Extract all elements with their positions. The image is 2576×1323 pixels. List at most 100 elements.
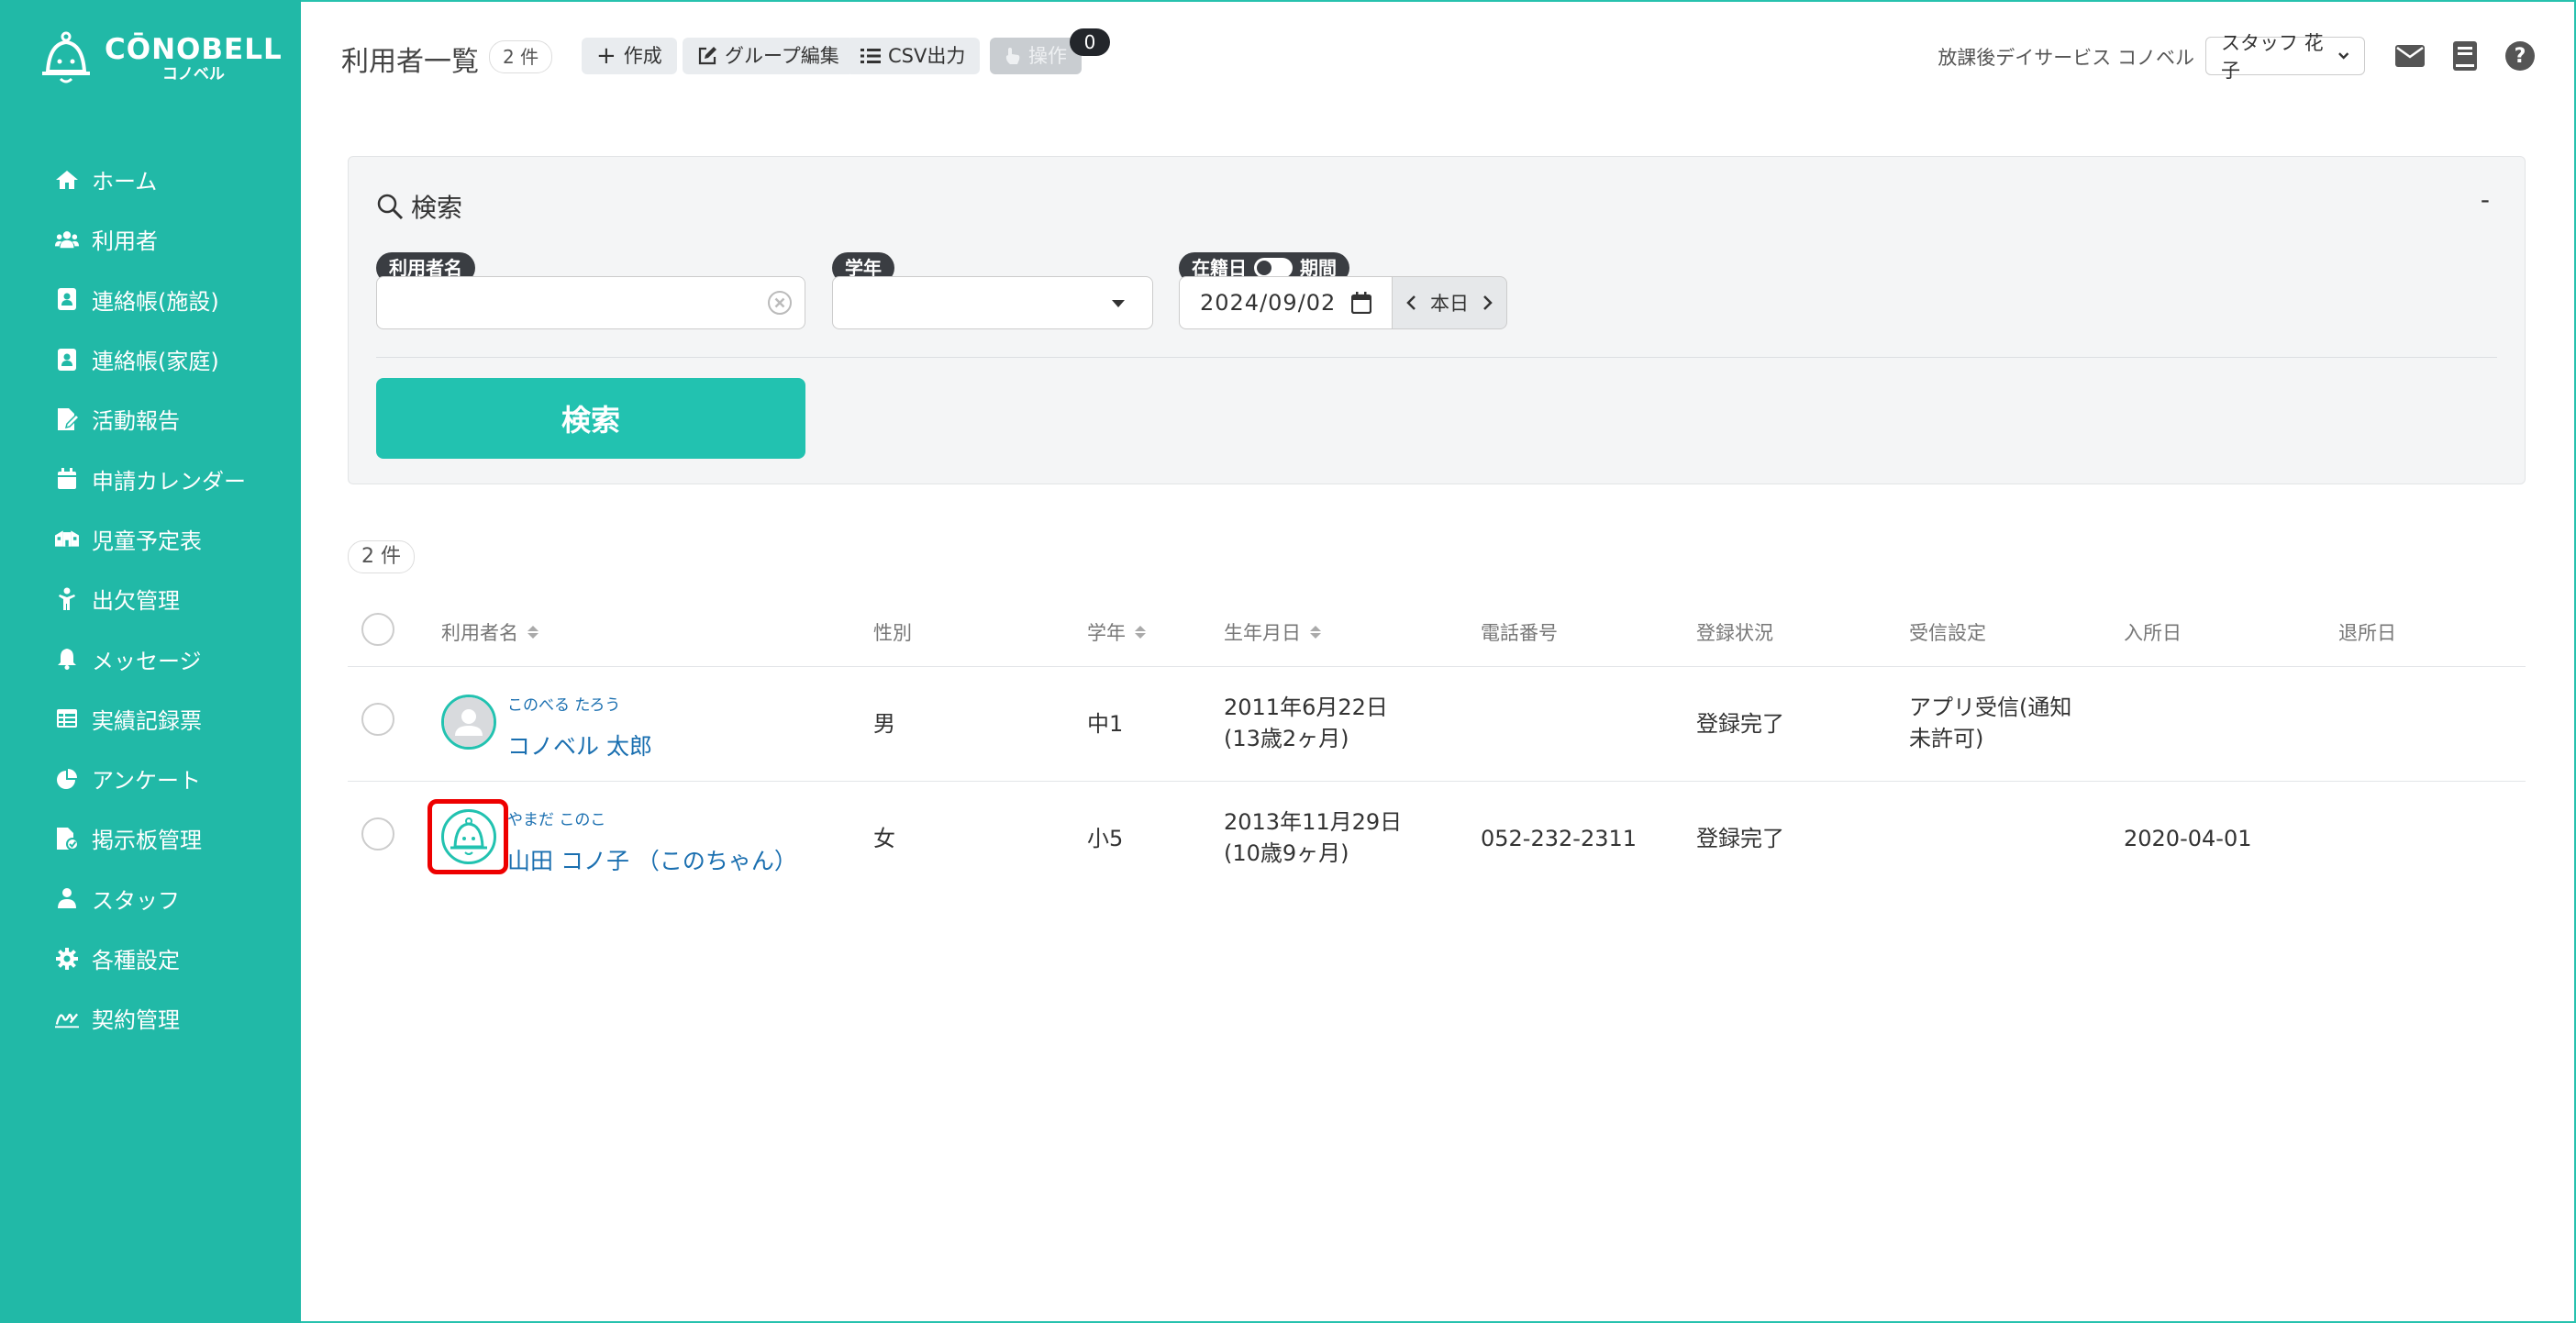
column-header-label: 退所日 (2338, 622, 2396, 644)
sidebar: CŌNOBELL コノベル ホーム 利用者 連絡帳(施設) 連絡帳(家庭) 活動… (0, 0, 301, 1323)
operation-button[interactable]: 操作 (990, 38, 1082, 74)
chevron-right-icon[interactable] (1482, 295, 1493, 311)
select-all-checkbox[interactable] (361, 613, 394, 646)
sidebar-item-contact-home[interactable]: 連絡帳(家庭) (0, 329, 301, 389)
sidebar-item-label: スタッフ (92, 887, 180, 914)
csv-export-button[interactable]: CSV出力 (846, 38, 981, 74)
gender-cell: 男 (873, 711, 895, 737)
today-button[interactable]: 本日 (1430, 289, 1469, 317)
sidebar-item-settings[interactable]: 各種設定 (0, 928, 301, 988)
sidebar-item-calendar[interactable]: 申請カレンダー (0, 449, 301, 508)
receive-line-2: 未許可) (1909, 726, 1984, 751)
sidebar-item-label: 出欠管理 (92, 588, 180, 615)
row-checkbox[interactable] (361, 703, 394, 736)
help-icon[interactable]: ? (2504, 40, 2536, 72)
sidebar-item-label: 児童予定表 (92, 528, 202, 554)
receive-line-1: アプリ受信(通知 (1909, 695, 2072, 720)
svg-text:?: ? (2515, 45, 2526, 68)
group-edit-button[interactable]: グループ編集 (683, 38, 854, 74)
calendar-icon (55, 467, 79, 491)
default-person-icon (444, 697, 494, 747)
column-header-grade[interactable]: 学年 (1087, 618, 1146, 646)
user-name-link[interactable]: 山田 コノ子 （このちゃん） (507, 843, 797, 876)
sidebar-item-home[interactable]: ホーム (0, 150, 301, 209)
user-avatar[interactable] (441, 695, 496, 750)
sidebar-item-survey[interactable]: アンケート (0, 749, 301, 808)
bell-icon (55, 647, 79, 671)
column-header-label: 受信設定 (1909, 622, 1986, 644)
report-icon (55, 407, 79, 431)
sidebar-item-label: アンケート (92, 768, 202, 795)
result-count-badge: 2 件 (348, 540, 415, 573)
column-header-label: 学年 (1087, 622, 1126, 644)
sidebar-item-label: 利用者 (92, 228, 158, 255)
column-header-name[interactable]: 利用者名 (441, 618, 539, 646)
bulletin-icon (55, 827, 79, 850)
gender-cell: 女 (873, 826, 895, 851)
caret-down-icon (1112, 300, 1125, 307)
group-edit-label: グループ編集 (725, 45, 839, 67)
pie-chart-icon (55, 767, 79, 791)
app-logo[interactable]: CŌNOBELL コノベル (40, 31, 283, 86)
chevron-down-icon (2337, 52, 2348, 60)
list-icon (861, 49, 881, 63)
staff-icon (55, 886, 79, 910)
sidebar-item-label: 各種設定 (92, 948, 180, 973)
chevron-left-icon[interactable] (1405, 295, 1416, 311)
search-button[interactable]: 検索 (376, 378, 805, 459)
birth-date: 2013年11月29日 (1224, 809, 1403, 835)
row-checkbox[interactable] (361, 817, 394, 850)
column-header-admission: 入所日 (2124, 618, 2182, 646)
sidebar-item-contract[interactable]: 契約管理 (0, 988, 301, 1048)
user-name-input[interactable] (376, 276, 805, 329)
table-icon (55, 706, 79, 730)
sidebar-item-bulletin[interactable]: 掲示板管理 (0, 808, 301, 868)
highlight-box (427, 799, 508, 874)
calendar-icon[interactable] (1351, 292, 1371, 314)
sidebar-item-activity-report[interactable]: 活動報告 (0, 389, 301, 449)
date-mode-toggle[interactable] (1254, 258, 1293, 278)
status-cell: 登録完了 (1696, 711, 1784, 737)
create-button-label: 作成 (623, 45, 662, 67)
plus-icon: + (596, 42, 616, 70)
column-header-label: 入所日 (2124, 622, 2182, 644)
sidebar-item-label: 掲示板管理 (92, 828, 202, 854)
sidebar-item-label: 申請カレンダー (92, 468, 246, 495)
search-title-text: 検索 (411, 193, 463, 223)
sidebar-item-child-schedule[interactable]: 児童予定表 (0, 509, 301, 569)
users-icon (55, 228, 79, 251)
edit-icon (698, 47, 716, 65)
sidebar-item-label: ホーム (92, 169, 158, 195)
clear-icon[interactable] (768, 291, 792, 315)
sidebar-item-contact-facility[interactable]: 連絡帳(施設) (0, 270, 301, 329)
logo-main-text: CŌNOBELL (105, 33, 283, 66)
phone-cell: 052-232-2311 (1481, 826, 1638, 851)
column-header-label: 利用者名 (441, 622, 518, 644)
user-name-link[interactable]: コノベル 太郎 (507, 728, 652, 762)
contract-icon (55, 1006, 79, 1030)
sidebar-item-attendance[interactable]: 出欠管理 (0, 569, 301, 628)
manual-book-icon[interactable] (2449, 40, 2481, 72)
date-input[interactable]: 2024/09/02 (1179, 276, 1393, 329)
column-header-birth[interactable]: 生年月日 (1224, 618, 1321, 646)
sidebar-item-message[interactable]: メッセージ (0, 628, 301, 688)
selection-count-badge: 0 (1070, 28, 1110, 56)
grade-select[interactable] (832, 276, 1153, 329)
sidebar-item-staff[interactable]: スタッフ (0, 869, 301, 928)
column-header-label: 電話番号 (1481, 622, 1558, 644)
day-navigator: 本日 (1393, 276, 1507, 329)
sidebar-item-users[interactable]: 利用者 (0, 209, 301, 269)
sidebar-item-label: 連絡帳(施設) (92, 288, 219, 315)
birth-age: (13歳2ヶ月) (1224, 726, 1349, 751)
receive-cell: アプリ受信(通知 未許可) (1909, 692, 2071, 754)
column-header-gender: 性別 (873, 618, 912, 646)
birth-cell: 2011年6月22日 (13歳2ヶ月) (1224, 692, 1388, 754)
staff-select[interactable]: スタッフ 花子 (2205, 32, 2365, 82)
home-icon (55, 168, 79, 192)
collapse-button[interactable]: - (2481, 184, 2490, 215)
mail-icon[interactable] (2394, 40, 2426, 72)
birth-date: 2011年6月22日 (1224, 695, 1388, 720)
birth-cell: 2013年11月29日 (10歳9ヶ月) (1224, 806, 1402, 869)
create-button[interactable]: + 作成 (582, 38, 677, 74)
sidebar-item-record-sheet[interactable]: 実績記録票 (0, 689, 301, 749)
